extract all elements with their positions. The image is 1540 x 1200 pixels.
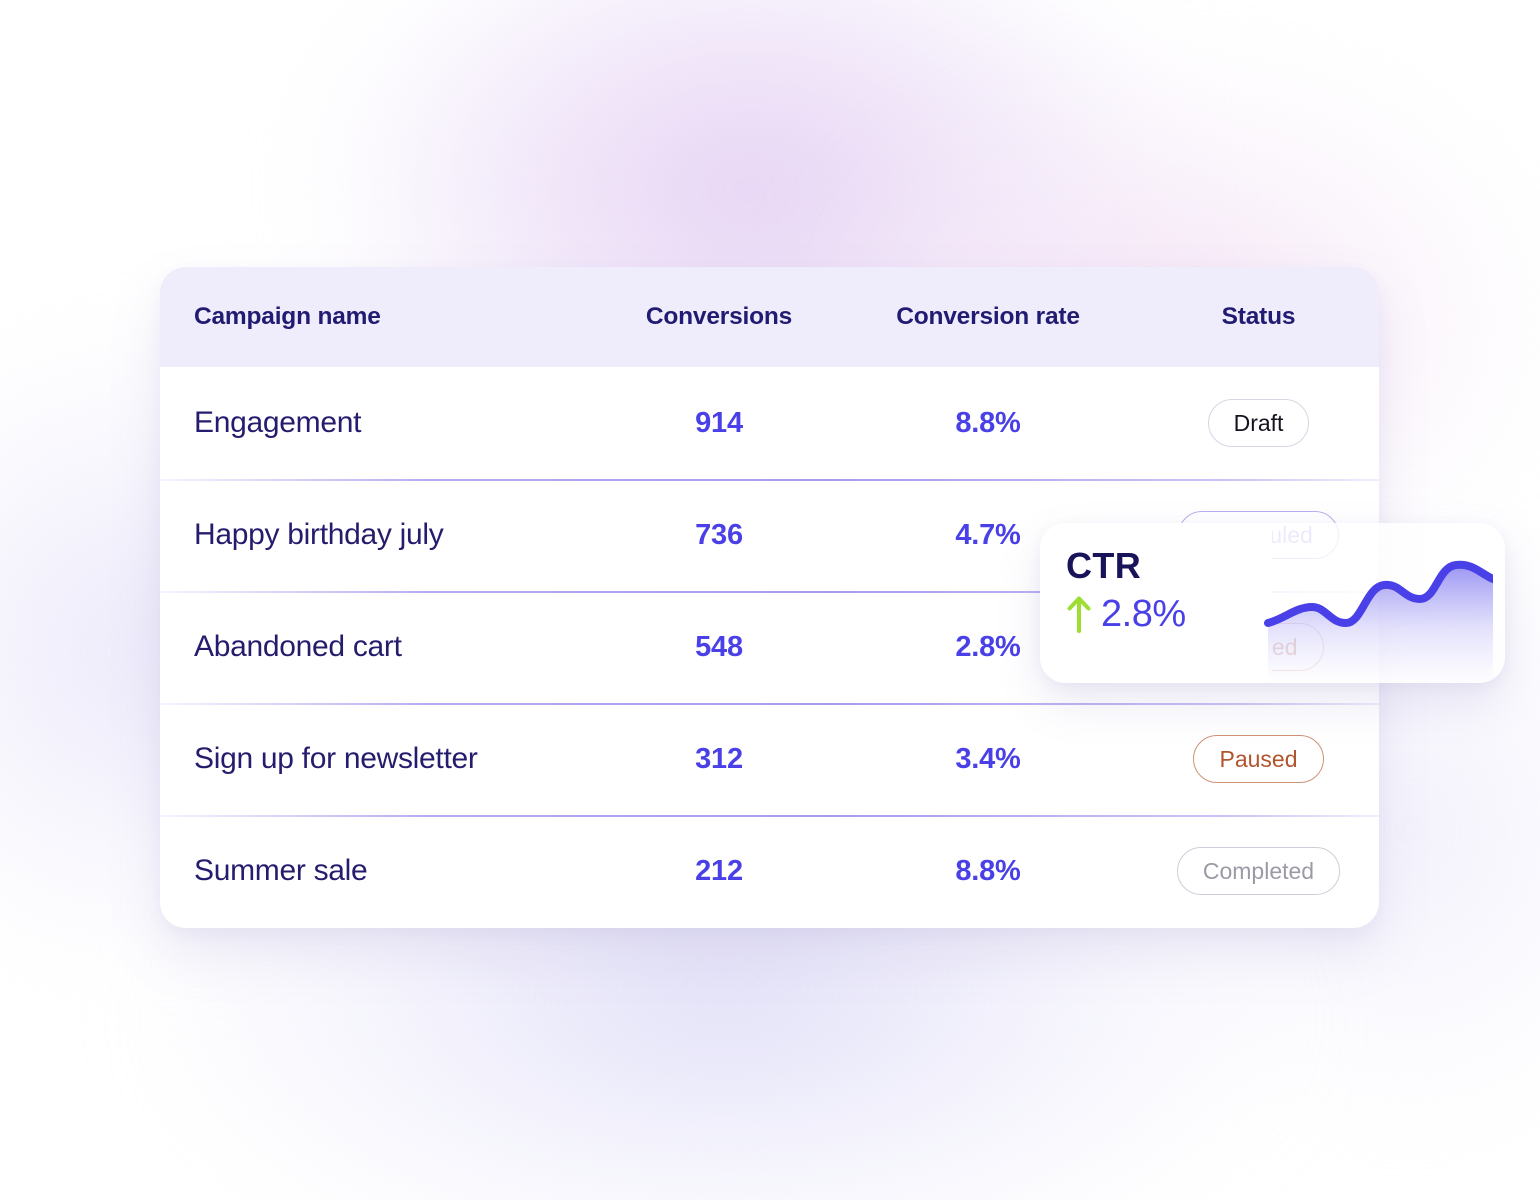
ctr-text-block: CTR 2.8% (1066, 548, 1186, 633)
status-badge[interactable]: Draft (1207, 398, 1310, 448)
ctr-value-row: 2.8% (1066, 595, 1186, 633)
cell-status: Paused (1138, 734, 1379, 784)
cell-campaign-name: Happy birthday july (194, 518, 444, 551)
table-row[interactable]: Summer sale 212 8.8% Completed (160, 815, 1379, 927)
cell-conversions: 312 (695, 742, 743, 775)
cell-campaign-name: Sign up for newsletter (194, 742, 478, 775)
cell-conversions: 548 (695, 630, 743, 663)
ctr-value: 2.8% (1101, 593, 1186, 635)
table-row[interactable]: Engagement 914 8.8% Draft (160, 367, 1379, 479)
cell-campaign-name: Abandoned cart (194, 630, 402, 663)
column-header-conversions[interactable]: Conversions (600, 303, 838, 331)
cell-conversions: 914 (695, 406, 743, 439)
column-header-conversion-rate[interactable]: Conversion rate (838, 303, 1138, 331)
status-badge[interactable]: Paused (1193, 734, 1324, 784)
cell-status: Completed (1138, 846, 1379, 896)
arrow-up-icon (1067, 596, 1091, 633)
ctr-sparkline-chart (1264, 560, 1493, 683)
table-header-row: Campaign name Conversions Conversion rat… (160, 267, 1379, 367)
cell-campaign-name: Engagement (194, 406, 362, 439)
cell-conversion-rate: 8.8% (955, 406, 1021, 439)
table-row[interactable]: Sign up for newsletter 312 3.4% Paused (160, 703, 1379, 815)
column-header-campaign-name[interactable]: Campaign name (160, 303, 600, 331)
cell-status: Draft (1138, 398, 1379, 448)
cell-conversion-rate: 8.8% (955, 854, 1021, 887)
cell-campaign-name: Summer sale (194, 854, 368, 887)
ctr-metric-card[interactable]: CTR 2.8% (1040, 523, 1505, 683)
column-header-status[interactable]: Status (1138, 303, 1379, 331)
cell-conversions: 212 (695, 854, 743, 887)
ctr-title: CTR (1066, 545, 1142, 586)
cell-conversion-rate: 3.4% (955, 742, 1021, 775)
status-badge[interactable]: Completed (1176, 846, 1341, 896)
cell-conversions: 736 (695, 518, 743, 551)
